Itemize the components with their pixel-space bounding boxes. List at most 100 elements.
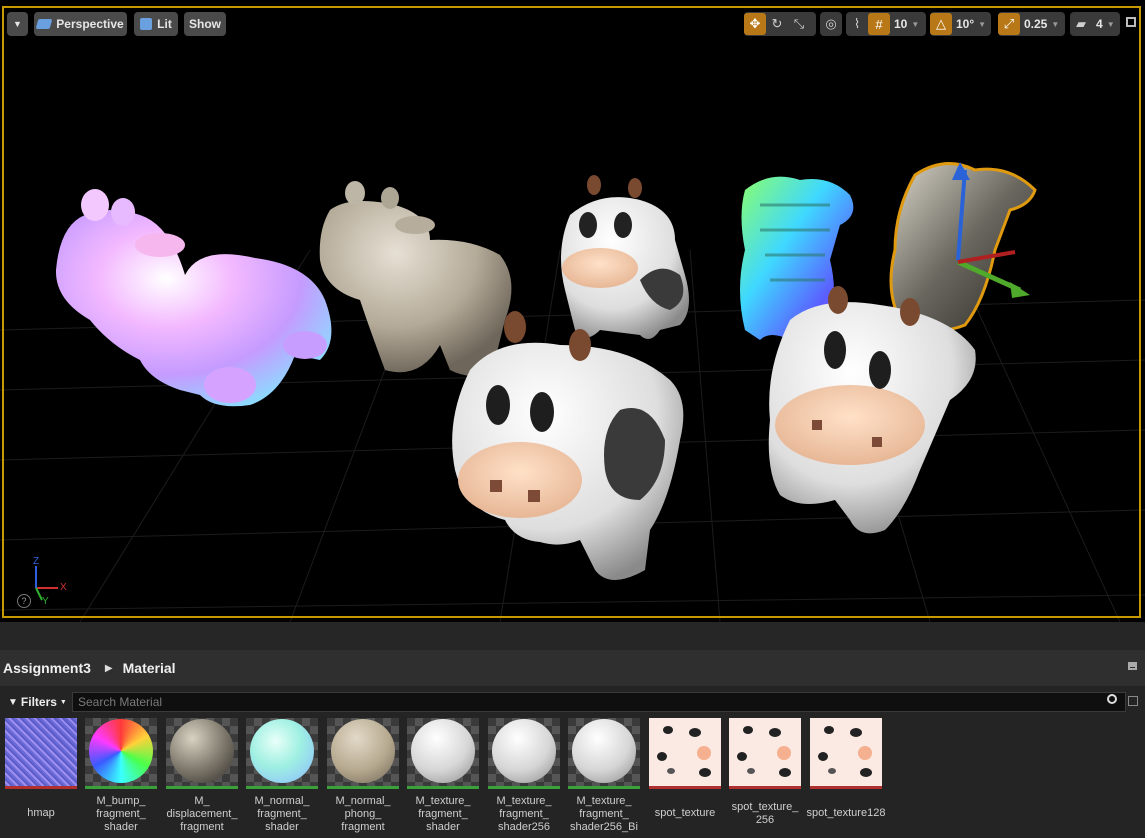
- asset-tile[interactable]: M_normal_ phong_ fragment: [327, 718, 399, 834]
- axis-label-x: X: [60, 582, 67, 593]
- chevron-down-icon[interactable]: ▼: [1107, 20, 1119, 29]
- filters-button[interactable]: ▼ Filters ▼: [4, 691, 71, 713]
- rotation-snap-icon[interactable]: △: [930, 13, 952, 35]
- breadcrumb: Assignment3 ▶ Material: [0, 650, 1145, 686]
- asset-tile[interactable]: M_ displacement_ fragment: [166, 718, 238, 834]
- grid-snap-group: ⌇ # 10 ▼: [846, 12, 926, 36]
- material-sphere-preview: [411, 719, 475, 783]
- viewport-options-menu-button[interactable]: ▼: [7, 12, 28, 36]
- lit-button[interactable]: Lit: [134, 12, 178, 36]
- asset-type-color-bar: [166, 786, 238, 789]
- scale-tool-icon[interactable]: ⤡: [788, 13, 810, 35]
- asset-thumbnail: [810, 718, 882, 786]
- asset-tile[interactable]: M_texture_ fragment_ shader: [407, 718, 479, 834]
- level-viewport[interactable]: X Z Y ? ▼ Perspective Lit Show ✥ ↻ ⤡ ◎ ⌇…: [0, 0, 1145, 622]
- asset-tile[interactable]: M_bump_ fragment_ shader: [85, 718, 157, 834]
- cube-icon: [140, 18, 153, 30]
- asset-label: M_normal_ phong_ fragment: [335, 795, 391, 833]
- viewport-scene[interactable]: [0, 0, 1145, 622]
- maximize-viewport-icon[interactable]: [1126, 17, 1136, 27]
- asset-label: spot_texture: [654, 807, 716, 819]
- asset-thumbnail: [5, 718, 77, 786]
- asset-tile[interactable]: M_texture_ fragment_ shader256_Bi: [568, 718, 640, 834]
- material-sphere-preview: [250, 719, 314, 783]
- save-search-icon[interactable]: [1128, 696, 1138, 706]
- asset-tile[interactable]: M_normal_ fragment_ shader: [246, 718, 318, 834]
- cow-normal-shader[interactable]: [55, 189, 332, 407]
- asset-thumbnail: [327, 718, 399, 786]
- asset-type-color-bar: [246, 786, 318, 789]
- asset-tile[interactable]: spot_texture_ 256: [729, 718, 801, 827]
- camera-speed-icon[interactable]: ▰: [1070, 13, 1092, 35]
- asset-type-color-bar: [327, 786, 399, 789]
- asset-label: M_texture_ fragment_ shader256: [496, 795, 552, 833]
- cow-phong-shader[interactable]: [319, 181, 512, 376]
- material-sphere-preview: [331, 719, 395, 783]
- asset-tile[interactable]: spot_texture128: [807, 718, 885, 820]
- help-icon[interactable]: ?: [17, 594, 31, 608]
- asset-label: spot_texture_ 256: [731, 801, 799, 826]
- scale-snap-group: ⤢ 0.25 ▼: [998, 12, 1065, 36]
- perspective-button[interactable]: Perspective: [34, 12, 127, 36]
- asset-thumbnail: [488, 718, 560, 786]
- asset-type-color-bar: [85, 786, 157, 789]
- chevron-down-icon[interactable]: ▼: [911, 20, 923, 29]
- asset-type-color-bar: [407, 786, 479, 789]
- camera-icon: [35, 19, 53, 29]
- asset-thumbnail: [166, 718, 238, 786]
- camera-speed-value[interactable]: 4: [1092, 17, 1107, 31]
- axis-label-y: Y: [42, 596, 49, 607]
- scale-snap-icon[interactable]: ⤢: [998, 13, 1020, 35]
- chevron-right-icon[interactable]: ▶: [105, 663, 113, 674]
- show-label: Show: [189, 17, 221, 31]
- asset-label: M_ displacement_ fragment: [166, 795, 238, 833]
- material-sphere-preview: [492, 719, 556, 783]
- asset-tile[interactable]: M_texture_ fragment_ shader256: [488, 718, 560, 834]
- camera-speed-group: ▰ 4 ▼: [1070, 12, 1120, 36]
- filter-funnel-icon: ▼: [8, 696, 18, 708]
- scale-snap-value[interactable]: 0.25: [1020, 17, 1051, 31]
- grid-snap-value[interactable]: 10: [890, 17, 911, 31]
- lock-icon[interactable]: [1128, 662, 1137, 670]
- world-globe-icon[interactable]: ◎: [820, 13, 842, 35]
- rotate-tool-icon[interactable]: ↻: [766, 13, 788, 35]
- grid-snap-icon[interactable]: #: [868, 13, 890, 35]
- lit-label: Lit: [157, 17, 172, 31]
- cow-texture-shader[interactable]: [561, 175, 689, 339]
- breadcrumb-item-material[interactable]: Material: [123, 660, 176, 676]
- asset-thumbnail: [729, 718, 801, 786]
- asset-thumbnail: [407, 718, 479, 786]
- asset-thumbnail: [246, 718, 318, 786]
- asset-tile[interactable]: spot_texture: [649, 718, 721, 820]
- asset-thumbnail: [568, 718, 640, 786]
- rotation-snap-value[interactable]: 10°: [952, 17, 978, 31]
- asset-thumbnail: [649, 718, 721, 786]
- asset-tile[interactable]: hmap: [5, 718, 77, 820]
- asset-thumbnail: [85, 718, 157, 786]
- axis-label-z: Z: [33, 556, 40, 567]
- asset-type-color-bar: [729, 786, 801, 789]
- asset-label: hmap: [27, 807, 55, 819]
- chevron-down-icon: ▼: [59, 698, 67, 706]
- surface-snap-icon[interactable]: ⌇: [846, 13, 868, 35]
- asset-grid: hmap M_bump_ fragment_ shader M_ displacem…: [0, 718, 1145, 838]
- translate-tool-icon[interactable]: ✥: [744, 13, 766, 35]
- filters-label: Filters: [20, 695, 57, 709]
- asset-type-color-bar: [488, 786, 560, 789]
- asset-type-color-bar: [810, 786, 882, 789]
- breadcrumb-item-assignment3[interactable]: Assignment3: [3, 660, 91, 676]
- chevron-down-icon[interactable]: ▼: [978, 20, 990, 29]
- asset-type-color-bar: [568, 786, 640, 789]
- material-sphere-preview: [89, 719, 153, 783]
- material-sphere-preview: [170, 719, 234, 783]
- search-icon[interactable]: [1107, 694, 1117, 704]
- show-button[interactable]: Show: [184, 12, 226, 36]
- chevron-down-icon: ▼: [13, 19, 22, 29]
- asset-label: M_texture_ fragment_ shader: [415, 795, 471, 833]
- panel-splitter[interactable]: [0, 622, 1145, 650]
- chevron-down-icon[interactable]: ▼: [1051, 20, 1063, 29]
- asset-label: spot_texture128: [806, 807, 886, 819]
- search-input[interactable]: Search Material: [72, 692, 1126, 712]
- asset-label: M_texture_ fragment_ shader256_Bi: [570, 795, 638, 833]
- material-sphere-preview: [572, 719, 636, 783]
